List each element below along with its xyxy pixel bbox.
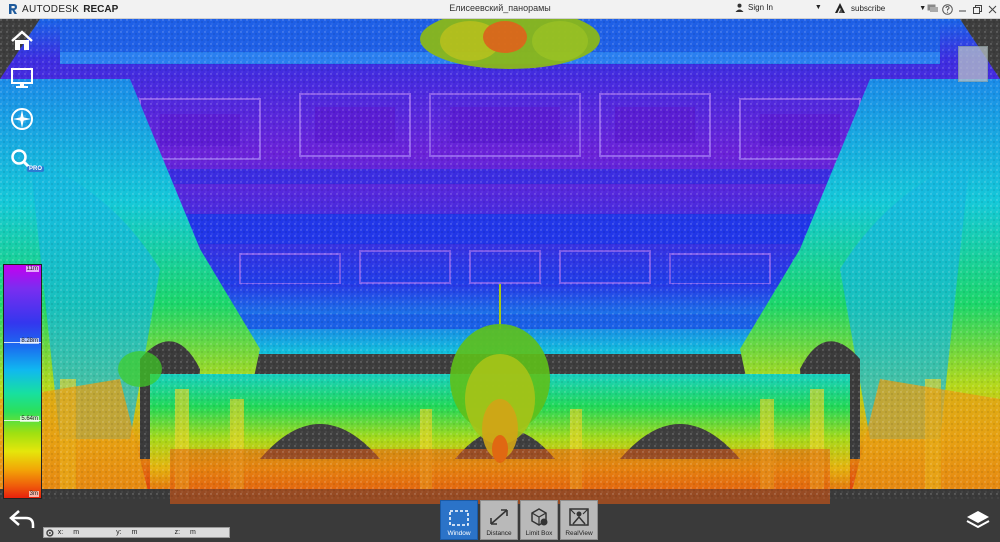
window-select-button[interactable]: Window	[440, 500, 478, 540]
help-icon[interactable]	[940, 0, 955, 18]
display-settings-button[interactable]	[8, 64, 36, 92]
brand-product: RECAP	[83, 3, 119, 15]
back-button[interactable]	[9, 509, 35, 534]
subscribe-button[interactable]: subscribe ▼	[835, 3, 926, 13]
home-icon	[11, 30, 33, 50]
chat-icon[interactable]	[925, 0, 940, 18]
distance-button[interactable]: Distance	[480, 500, 518, 540]
elevation-legend: 11m 8.28m 5.64m 3m	[3, 264, 42, 499]
window-controls	[925, 0, 1000, 18]
realview-icon	[569, 508, 589, 526]
minimize-button[interactable]	[955, 0, 970, 18]
restore-button[interactable]	[970, 0, 985, 18]
autodesk-a-logo-icon	[835, 3, 845, 13]
point-cloud-viewport[interactable]: PRO 11m 8.28m 5.64m 3m x: m y: m z: m Windo…	[0, 19, 1000, 542]
user-icon	[735, 3, 744, 12]
coordinate-x: x: m	[57, 529, 80, 536]
back-arrow-icon	[9, 510, 35, 528]
sign-in-label: Sign In	[748, 3, 773, 12]
coordinate-readout: x: m y: m z: m	[43, 527, 230, 538]
pro-badge: PRO	[27, 166, 45, 172]
sign-in-dropdown-caret-icon[interactable]: ▼	[815, 4, 822, 11]
app-brand: AUTODESK RECAP	[0, 3, 208, 15]
distance-icon	[490, 509, 508, 525]
bottom-toolbar: Window Distance Limit Box RealView	[440, 500, 598, 540]
sign-in-button[interactable]: Sign In ▼	[735, 3, 822, 12]
view-cube-thumbnail[interactable]	[958, 46, 988, 82]
gear-icon[interactable]	[46, 528, 54, 537]
realview-button[interactable]: RealView	[560, 500, 598, 540]
limit-box-icon	[531, 508, 548, 526]
home-button[interactable]	[8, 27, 36, 55]
subscribe-label: subscribe	[851, 3, 886, 13]
coordinate-y: y: m	[116, 529, 138, 536]
distance-label: Distance	[486, 530, 512, 537]
monitor-icon	[11, 68, 33, 88]
legend-label-lower: 5.64m	[20, 416, 39, 422]
point-cloud-scene[interactable]	[0, 19, 1000, 542]
window-select-label: Window	[447, 530, 471, 537]
legend-label-upper: 8.28m	[20, 338, 39, 344]
limit-box-button[interactable]: Limit Box	[520, 500, 558, 540]
limit-box-label: Limit Box	[525, 530, 553, 537]
window-select-icon	[449, 510, 469, 526]
coordinate-z: z: m	[174, 529, 196, 536]
realview-label: RealView	[565, 530, 593, 537]
close-button[interactable]	[985, 0, 1000, 18]
legend-label-min: 3m	[28, 491, 39, 497]
layers-button[interactable]	[965, 509, 991, 536]
autodesk-r-logo-icon	[9, 4, 17, 14]
navigation-button[interactable]	[8, 105, 36, 133]
brand-name: AUTODESK	[22, 3, 80, 15]
compass-icon	[11, 108, 33, 130]
layers-icon	[966, 511, 990, 529]
legend-label-max: 11m	[25, 266, 39, 272]
title-bar: AUTODESK RECAP Елисеевский_панорамы Sign…	[0, 0, 1000, 19]
